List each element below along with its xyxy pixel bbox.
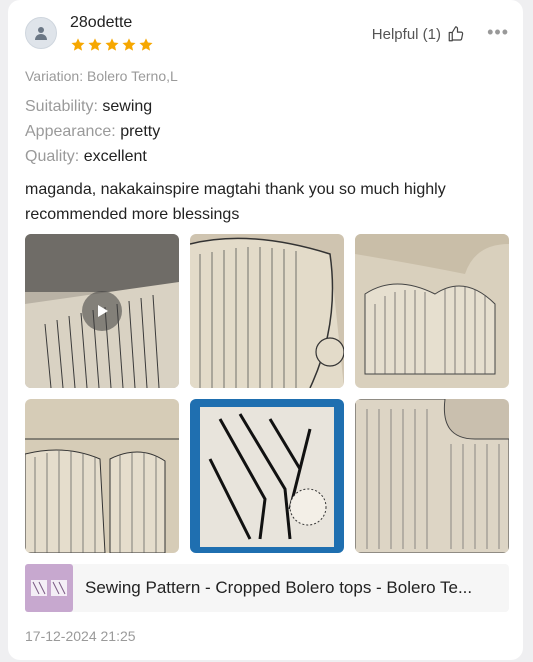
product-link[interactable]: Sewing Pattern - Cropped Bolero tops - B… xyxy=(25,564,509,612)
product-title: Sewing Pattern - Cropped Bolero tops - B… xyxy=(85,578,473,597)
media-video-thumbnail[interactable] xyxy=(25,234,179,388)
review-date: 17-12-2024 21:25 xyxy=(25,628,136,644)
attribute-quality: Quality: excellent xyxy=(25,148,147,165)
helpful-button[interactable]: Helpful (1) xyxy=(372,25,465,43)
media-image-thumbnail[interactable] xyxy=(190,399,344,553)
star-icon xyxy=(71,38,85,51)
review-text: maganda, nakakainspire magtahi thank you… xyxy=(25,181,446,223)
star-icon xyxy=(139,38,153,51)
attribute-suitability: Suitability: sewing xyxy=(25,98,153,115)
star-icon xyxy=(105,38,119,51)
rating-stars xyxy=(70,37,154,53)
thumbs-up-icon xyxy=(448,26,464,42)
star-icon xyxy=(88,38,102,51)
media-grid xyxy=(25,234,509,553)
play-icon[interactable] xyxy=(82,291,122,331)
product-thumbnail xyxy=(25,564,73,612)
avatar[interactable] xyxy=(25,17,57,49)
attribute-appearance: Appearance: pretty xyxy=(25,123,161,140)
media-image-thumbnail[interactable] xyxy=(355,399,509,553)
helpful-label: Helpful (1) xyxy=(371,25,441,43)
media-image-thumbnail[interactable] xyxy=(190,234,344,388)
star-icon xyxy=(122,38,136,51)
more-icon[interactable]: ••• xyxy=(487,23,509,41)
media-image-thumbnail[interactable] xyxy=(355,234,509,388)
media-image-thumbnail[interactable] xyxy=(25,399,179,553)
username[interactable]: 28odette xyxy=(70,14,132,32)
variation-label: Variation: Bolero Terno,L xyxy=(25,68,178,84)
review-card: 28odette Helpful (1) ••• Variation: Bole… xyxy=(8,0,523,660)
user-icon xyxy=(35,27,47,40)
